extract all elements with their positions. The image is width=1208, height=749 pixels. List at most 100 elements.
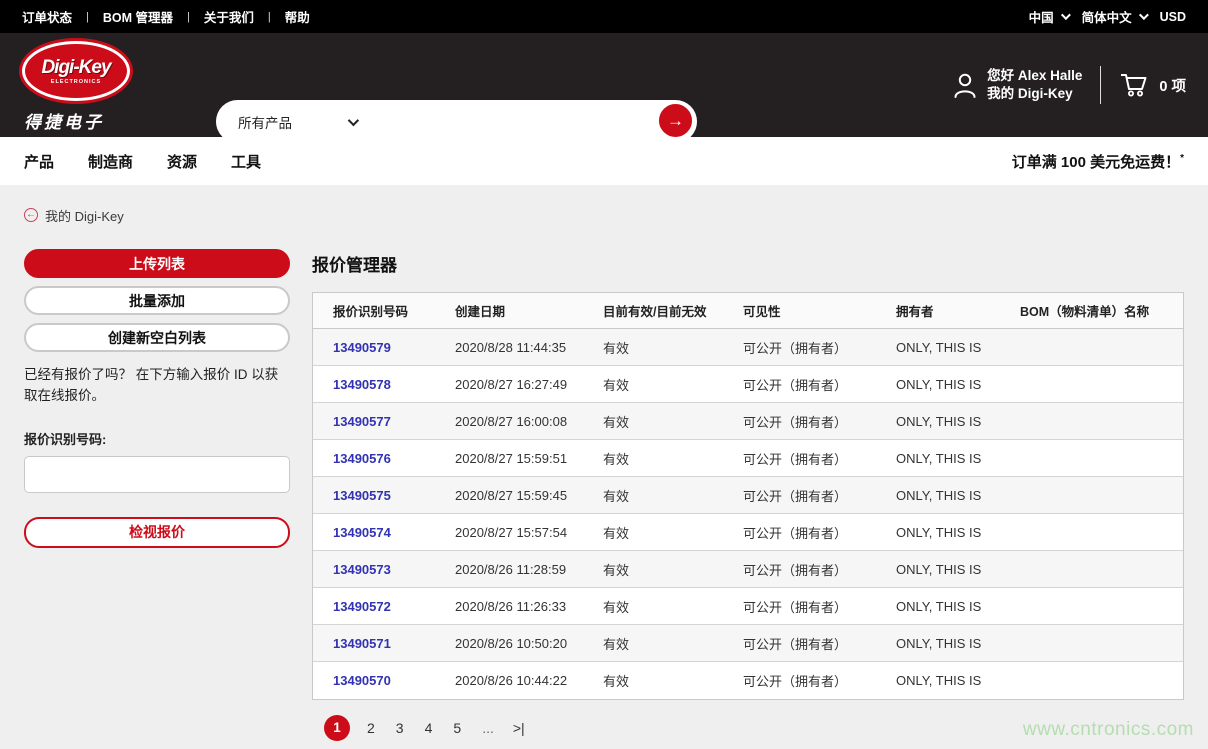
main-nav: 产品 制造商 资源 工具 订单满 100 美元免运费！*	[0, 137, 1208, 185]
created-date-cell: 2020/8/28 11:44:35	[455, 340, 603, 355]
currency-selector[interactable]: USD	[1160, 10, 1186, 24]
table-row: 134905752020/8/27 15:59:45有效可公开（拥有者）ONLY…	[313, 477, 1183, 514]
search-category-dropdown[interactable]: 所有产品	[216, 112, 366, 132]
status-cell: 有效	[603, 597, 743, 616]
created-date-cell: 2020/8/26 10:50:20	[455, 636, 603, 651]
quote-id-link[interactable]: 13490573	[333, 562, 391, 577]
topbar-locale: 中国 简体中文 USD	[1029, 7, 1186, 26]
region-label: 中国	[1029, 7, 1054, 26]
page-number[interactable]: 3	[392, 720, 408, 736]
status-cell: 有效	[603, 449, 743, 468]
quote-id-cell: 13490571	[333, 636, 455, 651]
language-label: 简体中文	[1082, 7, 1132, 26]
created-date-cell: 2020/8/26 10:44:22	[455, 673, 603, 688]
page-number[interactable]: 4	[421, 720, 437, 736]
column-header: 可见性	[743, 301, 896, 320]
owner-cell: ONLY, THIS IS	[896, 488, 1020, 503]
free-shipping-promo: 订单满 100 美元免运费！*	[1012, 151, 1184, 172]
quote-id-cell: 13490574	[333, 525, 455, 540]
quote-id-input[interactable]	[24, 456, 290, 493]
logo-sub-text: ELECTRONICS	[51, 79, 101, 85]
visibility-cell: 可公开（拥有者）	[743, 597, 896, 616]
quote-id-link[interactable]: 13490578	[333, 377, 391, 392]
table-row: 134905762020/8/27 15:59:51有效可公开（拥有者）ONLY…	[313, 440, 1183, 477]
quote-id-link[interactable]: 13490577	[333, 414, 391, 429]
arrow-right-icon: →	[667, 111, 684, 130]
status-cell: 有效	[603, 338, 743, 357]
language-selector[interactable]: 简体中文	[1082, 7, 1146, 26]
nav-link[interactable]: 产品	[24, 151, 54, 172]
owner-cell: ONLY, THIS IS	[896, 599, 1020, 614]
quote-id-link[interactable]: 13490570	[333, 673, 391, 688]
owner-cell: ONLY, THIS IS	[896, 414, 1020, 429]
promo-text: 订单满 100 美元免运费！	[1012, 154, 1180, 171]
quote-id-cell: 13490578	[333, 377, 455, 392]
nav-link[interactable]: 工具	[231, 151, 261, 172]
visibility-cell: 可公开（拥有者）	[743, 375, 896, 394]
search-input[interactable]	[366, 100, 697, 143]
promo-asterisk: *	[1180, 153, 1184, 164]
page-number[interactable]: 2	[363, 720, 379, 736]
page-numbers: 2345	[363, 720, 465, 736]
bulk-add-button[interactable]: 批量添加	[24, 286, 290, 315]
topbar-separator: |	[187, 11, 190, 23]
visibility-cell: 可公开（拥有者）	[743, 634, 896, 653]
topbar-links: 订单状态|BOM 管理器|关于我们|帮助	[22, 7, 310, 26]
page-current[interactable]: 1	[324, 715, 350, 741]
top-utility-bar: 订单状态|BOM 管理器|关于我们|帮助 中国 简体中文 USD	[0, 0, 1208, 33]
greeting-line1: 您好 Alex Halle	[987, 67, 1082, 85]
quote-id-link[interactable]: 13490571	[333, 636, 391, 651]
quote-id-link[interactable]: 13490576	[333, 451, 391, 466]
digikey-logo[interactable]: Digi-Key ELECTRONICS 得捷电子	[22, 41, 142, 133]
table-row: 134905732020/8/26 11:28:59有效可公开（拥有者）ONLY…	[313, 551, 1183, 588]
column-header: BOM（物料清单）名称	[1020, 301, 1163, 320]
cart-icon	[1119, 72, 1149, 98]
quote-id-link[interactable]: 13490579	[333, 340, 391, 355]
topbar-link[interactable]: 关于我们	[204, 7, 254, 26]
quote-id-cell: 13490579	[333, 340, 455, 355]
quote-id-link[interactable]: 13490574	[333, 525, 391, 540]
region-selector[interactable]: 中国	[1029, 7, 1068, 26]
topbar-separator: |	[268, 11, 271, 23]
status-cell: 有效	[603, 634, 743, 653]
page-number[interactable]: 5	[449, 720, 465, 736]
person-icon	[952, 71, 978, 99]
status-cell: 有效	[603, 671, 743, 690]
table-row: 134905772020/8/27 16:00:08有效可公开（拥有者）ONLY…	[313, 403, 1183, 440]
status-cell: 有效	[603, 560, 743, 579]
created-date-cell: 2020/8/27 16:27:49	[455, 377, 603, 392]
quote-id-cell: 13490573	[333, 562, 455, 577]
cart-button[interactable]: 0 项	[1119, 72, 1186, 98]
table-header: 报价识别号码创建日期目前有效/目前无效可见性拥有者BOM（物料清单）名称	[313, 293, 1183, 329]
chevron-down-icon	[1139, 10, 1149, 20]
page-title: 报价管理器	[312, 251, 1184, 276]
quote-prompt-text: 已经有报价了吗？ 在下方输入报价 ID 以获取在线报价。	[24, 365, 290, 407]
created-date-cell: 2020/8/27 16:00:08	[455, 414, 603, 429]
upload-list-button[interactable]: 上传列表	[24, 249, 290, 278]
quote-id-link[interactable]: 13490575	[333, 488, 391, 503]
topbar-link[interactable]: BOM 管理器	[103, 7, 173, 26]
created-date-cell: 2020/8/27 15:57:54	[455, 525, 603, 540]
visibility-cell: 可公开（拥有者）	[743, 560, 896, 579]
nav-link[interactable]: 资源	[167, 151, 197, 172]
account-menu[interactable]: 您好 Alex Halle 我的 Digi-Key	[952, 67, 1082, 103]
topbar-link[interactable]: 订单状态	[22, 7, 72, 26]
quote-id-link[interactable]: 13490572	[333, 599, 391, 614]
quote-id-label: 报价识别号码:	[24, 429, 290, 448]
search-category-label: 所有产品	[238, 112, 292, 132]
visibility-cell: 可公开（拥有者）	[743, 412, 896, 431]
digikey-logo-oval: Digi-Key ELECTRONICS	[22, 41, 130, 101]
page-last-button[interactable]: >|	[511, 720, 527, 736]
breadcrumb-label: 我的 Digi-Key	[45, 206, 124, 225]
back-circle-icon: ←	[24, 208, 38, 222]
status-cell: 有效	[603, 375, 743, 394]
quote-table: 报价识别号码创建日期目前有效/目前无效可见性拥有者BOM（物料清单）名称 134…	[312, 292, 1184, 700]
create-blank-list-button[interactable]: 创建新空白列表	[24, 323, 290, 352]
nav-link[interactable]: 制造商	[88, 151, 133, 172]
topbar-link[interactable]: 帮助	[285, 7, 310, 26]
visibility-cell: 可公开（拥有者）	[743, 671, 896, 690]
view-quote-button[interactable]: 检视报价	[24, 517, 290, 548]
table-row: 134905702020/8/26 10:44:22有效可公开（拥有者）ONLY…	[313, 662, 1183, 699]
search-submit-button[interactable]: →	[656, 101, 695, 140]
breadcrumb[interactable]: ← 我的 Digi-Key	[24, 206, 1184, 224]
